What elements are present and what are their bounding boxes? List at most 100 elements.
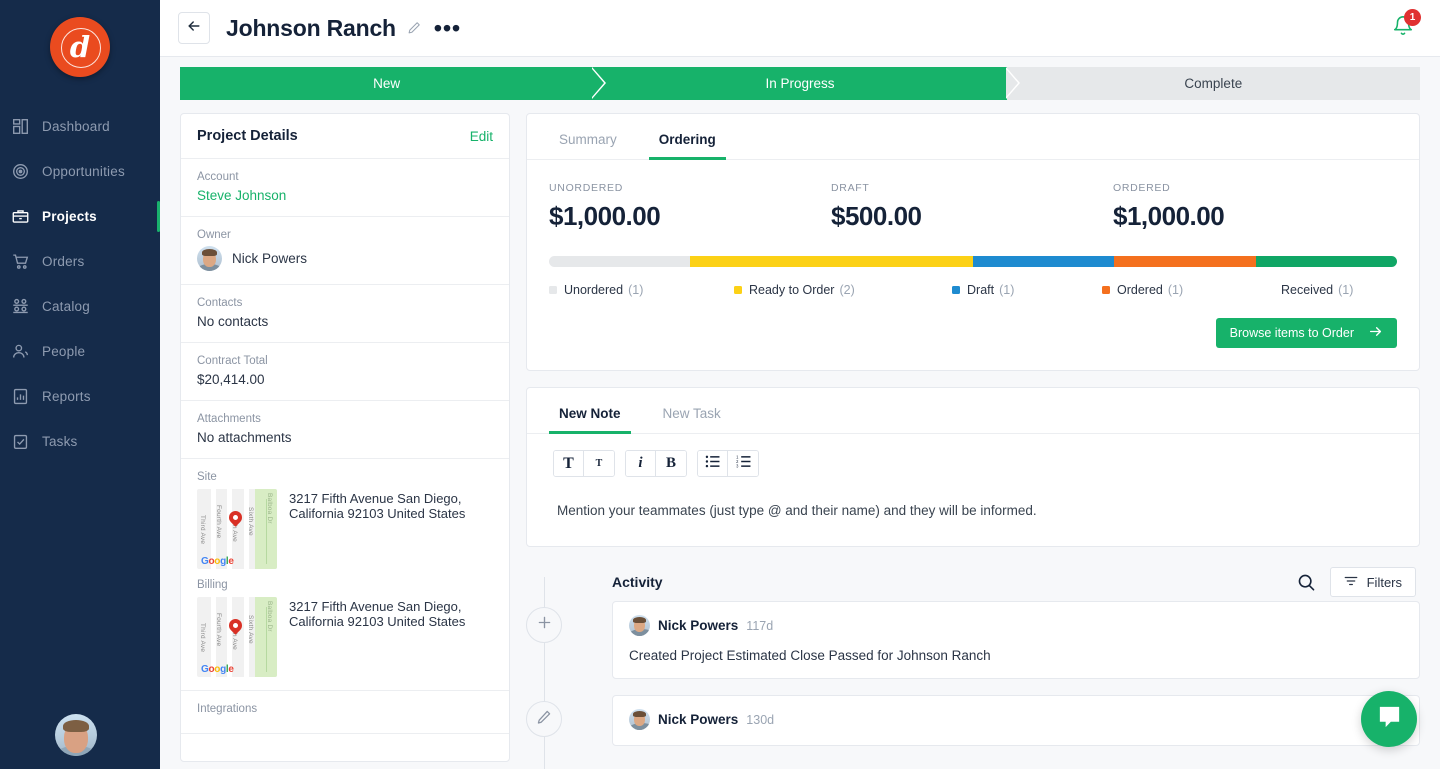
billing-map-thumbnail[interactable]: Third Ave Fourth Ave Fifth Ave Sixth Ave… xyxy=(197,597,277,677)
edit-details-button[interactable]: Edit xyxy=(470,129,493,144)
new-note-card: New Note New Task T T i B 1 2 3 Mention … xyxy=(526,387,1420,547)
notification-badge: 1 xyxy=(1404,8,1421,26)
topbar-right: 1 xyxy=(1392,8,1422,42)
sidebar: d Dashboard Opportunities Projects Order… xyxy=(0,0,160,769)
stat-value: $1,000.00 xyxy=(549,201,661,231)
bulleted-list-button[interactable] xyxy=(698,451,728,476)
sidebar-item-label: Opportunities xyxy=(42,164,125,179)
legend-item-draft: Draft (1) xyxy=(952,283,1102,297)
bold-button[interactable]: B xyxy=(656,451,686,476)
sidebar-item-label: Reports xyxy=(42,389,91,404)
arrow-right-icon xyxy=(1368,324,1383,342)
detail-row-contacts: Contacts No contacts xyxy=(181,285,509,343)
people-icon xyxy=(12,343,42,360)
site-map-thumbnail[interactable]: Third Ave Fourth Ave Fifth Ave Sixth Ave… xyxy=(197,489,277,569)
briefcase-icon xyxy=(12,208,42,225)
pencil-icon xyxy=(536,709,552,730)
stepper-step-in-progress[interactable]: In Progress xyxy=(592,67,1007,100)
detail-label: Contacts xyxy=(197,297,243,309)
sidebar-item-people[interactable]: People xyxy=(0,329,160,374)
activity-edit-node[interactable] xyxy=(526,701,562,737)
owner-avatar xyxy=(197,246,222,271)
legend-item-ready-to-order: Ready to Order (2) xyxy=(734,283,952,297)
heading-large-button[interactable]: T xyxy=(554,451,584,476)
detail-label: Account xyxy=(197,171,239,183)
filters-label: Filters xyxy=(1366,574,1402,590)
notifications-button[interactable]: 1 xyxy=(1392,8,1421,42)
map-street-label: Sixth Ave xyxy=(247,507,254,536)
activity-item-header: Nick Powers 117d xyxy=(629,615,1403,636)
toolbar-group-lists: 1 2 3 xyxy=(697,450,759,477)
browse-label: Browse items to Order xyxy=(1229,326,1354,340)
browse-items-to-order-button[interactable]: Browse items to Order xyxy=(1215,318,1397,348)
activity-item-header: Nick Powers 130d xyxy=(629,709,1403,730)
ellipsis-icon[interactable]: ••• xyxy=(434,17,461,40)
app-root: d Dashboard Opportunities Projects Order… xyxy=(0,0,1440,769)
sidebar-nav: Dashboard Opportunities Projects Orders … xyxy=(0,104,160,464)
filters-button[interactable]: Filters xyxy=(1329,567,1416,597)
tab-new-note[interactable]: New Note xyxy=(549,388,631,434)
detail-label: Attachments xyxy=(197,413,261,425)
activity-age: 117d xyxy=(746,618,774,633)
legend-count: (1) xyxy=(628,283,644,297)
task-check-icon xyxy=(12,433,42,450)
sidebar-item-dashboard[interactable]: Dashboard xyxy=(0,104,160,149)
ordering-card: Summary Ordering UNORDERED $1,000.00 DRA… xyxy=(526,113,1420,371)
intercom-chat-launcher[interactable] xyxy=(1361,691,1417,747)
chat-bubble-icon xyxy=(1369,703,1403,735)
tab-ordering[interactable]: Ordering xyxy=(648,114,726,160)
stat-label: ORDERED xyxy=(1113,182,1171,194)
sidebar-item-tasks[interactable]: Tasks xyxy=(0,419,160,464)
heading-small-button[interactable]: T xyxy=(584,451,614,476)
tab-label: New Note xyxy=(559,406,621,421)
account-link[interactable]: Steve Johnson xyxy=(197,188,493,203)
pencil-icon[interactable] xyxy=(407,21,421,35)
ordering-tabs: Summary Ordering xyxy=(527,114,1419,160)
ordering-progress-bar xyxy=(549,256,1397,267)
cart-icon xyxy=(12,253,42,270)
legend-label: Draft xyxy=(967,283,995,297)
tab-new-task[interactable]: New Task xyxy=(653,388,731,433)
stat-unordered: UNORDERED $1,000.00 xyxy=(549,182,831,232)
activity-author: Nick Powers xyxy=(658,712,739,727)
activity-age: 130d xyxy=(746,712,775,727)
map-street-label: Third Ave xyxy=(199,623,206,653)
legend-label: Unordered xyxy=(564,283,624,297)
progress-segment-received xyxy=(1255,256,1397,267)
toolbar-group-headings: T T xyxy=(553,450,615,477)
progress-segment-unordered xyxy=(549,256,691,267)
sidebar-item-reports[interactable]: Reports xyxy=(0,374,160,419)
tab-summary[interactable]: Summary xyxy=(549,114,627,159)
search-icon[interactable] xyxy=(1297,573,1316,592)
stepper-step-complete[interactable]: Complete xyxy=(1005,67,1420,100)
activity-author-avatar xyxy=(629,615,650,636)
activity-header: Activity Filters xyxy=(582,563,1420,601)
stepper-label: New xyxy=(373,76,401,91)
detail-row-contract-total: Contract Total $20,414.00 xyxy=(181,343,509,401)
contacts-value: No contacts xyxy=(197,314,269,329)
sidebar-item-label: Projects xyxy=(42,209,97,224)
stat-label: DRAFT xyxy=(831,182,870,194)
app-logo[interactable]: d xyxy=(50,17,110,77)
italic-button[interactable]: i xyxy=(626,451,656,476)
browse-row: Browse items to Order xyxy=(527,297,1419,370)
contract-total-value: $20,414.00 xyxy=(197,372,265,387)
progress-segment-ready-to-order xyxy=(690,256,973,267)
stepper-step-new[interactable]: New xyxy=(180,67,594,100)
detail-row-owner: Owner Nick Powers xyxy=(181,217,509,285)
activity-timeline-line xyxy=(544,577,545,769)
project-details-card: Project Details Edit Account Steve Johns… xyxy=(180,113,510,762)
sidebar-item-orders[interactable]: Orders xyxy=(0,239,160,284)
activity-add-node[interactable] xyxy=(526,607,562,643)
bell-icon xyxy=(1392,15,1414,41)
detail-row-addresses: Site Third Ave Fourth Ave Fifth Ave Sixt… xyxy=(181,459,509,691)
detail-label: Owner xyxy=(197,229,231,241)
user-avatar[interactable] xyxy=(55,714,97,756)
numbered-list-button[interactable]: 1 2 3 xyxy=(728,451,758,476)
back-button[interactable] xyxy=(178,12,210,44)
sidebar-item-projects[interactable]: Projects xyxy=(0,194,160,239)
sidebar-item-catalog[interactable]: Catalog xyxy=(0,284,160,329)
sidebar-item-opportunities[interactable]: Opportunities xyxy=(0,149,160,194)
note-editor[interactable]: Mention your teammates (just type @ and … xyxy=(527,477,1419,546)
legend-swatch-icon xyxy=(549,286,557,294)
